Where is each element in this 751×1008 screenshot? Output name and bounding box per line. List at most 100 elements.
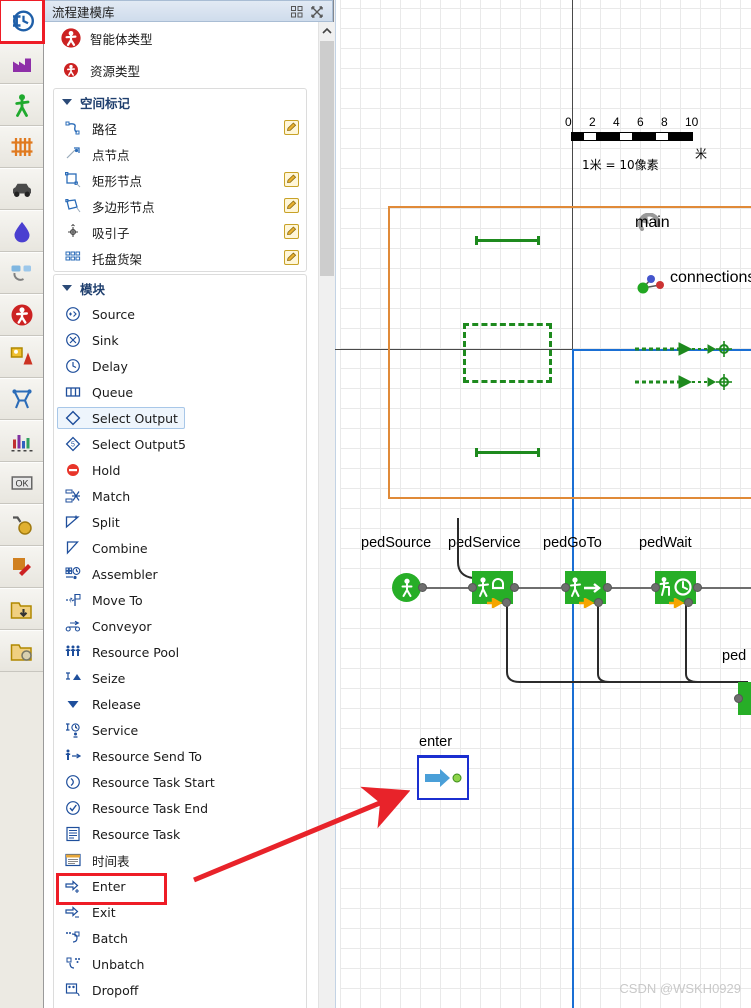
ruler-tick-4: 4 [613,115,620,129]
presentation-icon [10,513,34,537]
pencil-edit-icon[interactable] [284,120,299,140]
palette-item-seize[interactable]: Seize [54,665,306,691]
palette-item-label: Select Output5 [92,436,186,452]
wall-segment-2[interactable] [475,448,540,457]
palette-item-assembler[interactable]: Assembler [54,561,306,587]
palette-item-conveyor[interactable]: Conveyor [54,613,306,639]
port-pedservice-out[interactable] [510,583,519,592]
palette-item-match[interactable]: Match [54,483,306,509]
palette-item-resource-send-to[interactable]: Resource Send To [54,743,306,769]
pencil-edit-icon[interactable] [284,250,299,270]
close-icon[interactable] [310,5,324,19]
port-pedgoto-out[interactable] [603,583,612,592]
delay-icon [62,358,84,374]
palette-item-path[interactable]: 路径 [54,115,306,141]
port-pedwait-in[interactable] [651,583,660,592]
palette-item-polygon-node[interactable]: 多边形节点 [54,193,306,219]
palette-item-move-to[interactable]: Move To [54,587,306,613]
split-icon [62,514,84,530]
rail-item-process-modeling-library[interactable] [0,0,45,44]
palette-item-split[interactable]: Split [54,509,306,535]
move-to-icon [62,592,84,608]
pencil-edit-icon[interactable] [284,224,299,244]
palette-item-label: Service [92,722,139,738]
schedule-icon [62,852,84,868]
rail-item-pedestrian-library[interactable] [0,84,43,126]
library-rail: OK [0,0,45,1008]
model-canvas[interactable]: 0 2 4 6 8 10 米 1米 = 10像素 main connection… [335,0,751,1008]
palette-item-source[interactable]: Source [54,301,306,327]
scroll-up-icon[interactable] [319,22,334,39]
rail-item-drawing-library[interactable] [0,546,43,588]
palette-item-enter[interactable]: Enter [54,873,306,905]
rail-item-analysis-library[interactable] [0,420,43,462]
fluid-drop-icon [10,219,34,243]
palette-item-label: Conveyor [92,618,152,634]
palette-item-rect-node[interactable]: 矩形节点 [54,167,306,193]
block-pedsource[interactable] [392,573,421,602]
rectangular-node[interactable] [463,323,552,383]
palette-item-queue[interactable]: Queue [54,379,306,405]
palette-item-release[interactable]: Release [54,691,306,717]
port-pedservice-exit[interactable] [502,598,511,607]
palette-item-hold[interactable]: Hold [54,457,306,483]
rail-item-network-library[interactable] [0,378,43,420]
rail-item-controls-library[interactable]: OK [0,462,43,504]
rail-item-material-handling-library[interactable] [0,252,43,294]
palette-item-schedule[interactable]: 时间表 [54,847,306,873]
resource-send-to-icon [62,748,84,764]
rail-item-manufacturing-library[interactable] [0,42,43,84]
rail-item-import-library[interactable] [0,588,43,630]
port-pedwait-exit[interactable] [684,598,693,607]
pen-shape-icon [10,555,34,579]
statistics-chart-icon [10,429,34,453]
palette-item-pallet-rack[interactable]: 托盘货架 [54,245,306,271]
pencil-edit-icon[interactable] [284,172,299,192]
rail-item-presentation-library[interactable] [0,504,43,546]
palette-item-select-output5[interactable]: 5 Select Output5 [54,431,306,457]
palette-item-service[interactable]: Service [54,717,306,743]
folder-in-icon [10,597,34,621]
block-enter[interactable] [417,755,469,800]
rail-item-space-markup-library[interactable] [0,336,43,378]
wall-segment-1[interactable] [475,236,540,245]
palette-item-attractor[interactable]: 吸引子 [54,219,306,245]
palette-scrollbar[interactable] [318,22,334,1008]
port-pedservice-in[interactable] [468,583,477,592]
port-pedgoto-exit[interactable] [594,598,603,607]
pedestrian-flow-arrows [635,341,732,390]
port-pedwait-out[interactable] [693,583,702,592]
palette-top-item-1[interactable]: 智能体类型 [44,22,317,54]
port-pedsource-out[interactable] [418,583,427,592]
group-blocks-header[interactable]: 模块 [54,275,306,301]
folder-ball-icon [10,639,34,663]
group-space-markup-header[interactable]: 空间标记 [54,89,306,115]
rail-item-fluid-library[interactable] [0,210,43,252]
port-ped-partial-in[interactable] [734,694,743,703]
palette-item-sink[interactable]: Sink [54,327,306,353]
palette-item-exit[interactable]: Exit [54,899,306,925]
palette-item-batch[interactable]: Batch [54,925,306,951]
port-pedgoto-in[interactable] [561,583,570,592]
pencil-edit-icon[interactable] [284,198,299,218]
palette-item-delay[interactable]: Delay [54,353,306,379]
palette-item-dropoff[interactable]: Dropoff [54,977,306,1003]
select-output5-icon: 5 [62,436,84,452]
palette-item-pickup[interactable]: Pickup [54,1003,306,1008]
group-blocks: 模块 Source Sink Delay Queue Select Output 5 Sele… [53,274,307,1008]
rail-item-road-traffic-library[interactable] [0,168,43,210]
rail-item-rail-library[interactable] [0,126,43,168]
palette-item-resource-task-start[interactable]: Resource Task Start [54,769,306,795]
palette-item-point-node[interactable]: 点节点 [54,141,306,167]
tile-icon[interactable] [290,5,304,19]
palette-item-resource-task-end[interactable]: Resource Task End [54,795,306,821]
rail-item-agent-library[interactable] [0,294,43,336]
palette-item-unbatch[interactable]: Unbatch [54,951,306,977]
palette-top-item-2[interactable]: 资源类型 [44,54,317,86]
rail-item-connectivity-library[interactable] [0,630,43,672]
palette-item-resource-task[interactable]: Resource Task [54,821,306,847]
palette-item-resource-pool[interactable]: Resource Pool [54,639,306,665]
palette-item-combine[interactable]: Combine [54,535,306,561]
scrollbar-thumb[interactable] [320,41,334,276]
palette-item-select-output[interactable]: Select Output [54,405,306,431]
